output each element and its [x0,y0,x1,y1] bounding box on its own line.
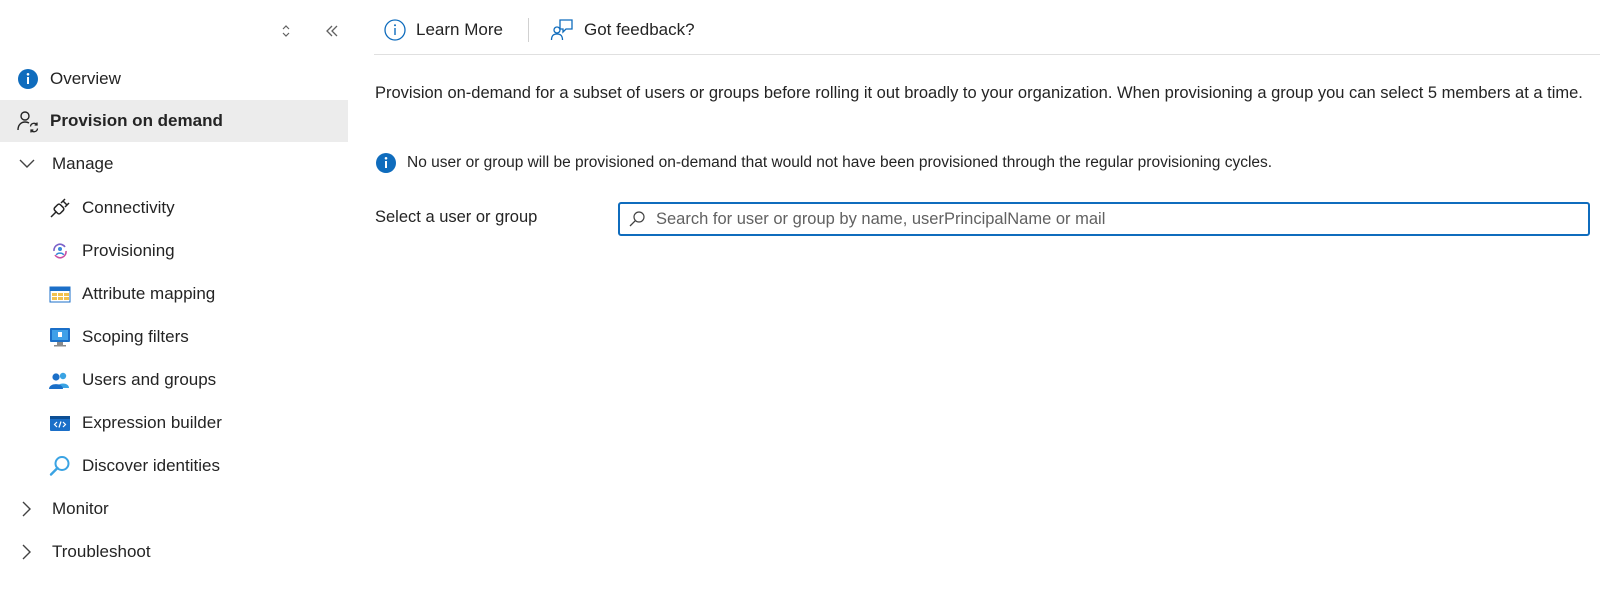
sidebar-item-label: Users and groups [82,370,217,389]
sidebar-item-label: Expression builder [82,413,222,432]
learn-more-label: Learn More [416,20,503,39]
monitor-icon [48,325,72,349]
sidebar-item-attribute-mapping[interactable]: Attribute mapping [0,273,348,315]
notice-text: No user or group will be provisioned on-… [407,154,1273,171]
users-icon [48,368,72,392]
sidebar-item-provision-on-demand[interactable]: Provision on demand [0,100,348,142]
sidebar-item-overview[interactable]: Overview [0,58,348,100]
search-icon [629,211,645,227]
sidebar-item-label: Manage [52,154,114,173]
sidebar-group-manage[interactable]: Manage [0,143,348,185]
chevron-right-icon [18,543,36,561]
command-bar: Learn More Got feedback? [374,0,1600,55]
code-icon [48,411,72,435]
feedback-button[interactable]: Got feedback? [550,14,695,46]
sidebar-item-expression-builder[interactable]: Expression builder [0,402,348,444]
provisioning-icon [48,239,72,263]
chevron-down-icon [18,155,36,173]
learn-more-button[interactable]: Learn More [384,14,503,46]
page-description: Provision on-demand for a subset of user… [375,84,1583,102]
info-outline-icon [384,19,406,41]
sidebar-item-scoping-filters[interactable]: Scoping filters [0,316,348,358]
sidebar-item-connectivity[interactable]: Connectivity [0,187,348,229]
sidebar-item-label: Provision on demand [50,111,223,130]
sidebar-item-label: Discover identities [82,456,220,475]
feedback-label: Got feedback? [584,20,695,39]
sidebar-item-label: Provisioning [82,241,175,260]
info-icon [16,67,40,91]
collapse-sidebar-icon[interactable] [319,18,345,44]
search-field[interactable] [618,202,1590,236]
sidebar-item-users-and-groups[interactable]: Users and groups [0,359,348,401]
plug-icon [48,196,72,220]
select-user-group-label: Select a user or group [375,208,538,226]
info-notice: No user or group will be provisioned on-… [375,152,1272,174]
sidebar-item-discover-identities[interactable]: Discover identities [0,445,348,487]
sidebar: Overview Provision on demand Manage Conn… [0,0,348,599]
search-input[interactable] [654,208,1578,230]
feedback-icon [550,19,573,41]
sort-toggle-icon[interactable] [273,18,299,44]
chevron-right-icon [18,500,36,518]
person-sync-icon [16,109,40,133]
sidebar-item-label: Monitor [52,499,109,518]
sidebar-item-label: Overview [50,69,121,88]
sidebar-group-monitor[interactable]: Monitor [0,488,348,530]
sidebar-item-provisioning[interactable]: Provisioning [0,230,348,272]
sidebar-item-label: Scoping filters [82,327,189,346]
search-icon [48,454,72,478]
info-icon [376,153,396,173]
sidebar-item-label: Attribute mapping [82,284,216,303]
sidebar-group-troubleshoot[interactable]: Troubleshoot [0,531,348,573]
sidebar-item-label: Troubleshoot [52,542,151,561]
sidebar-item-label: Connectivity [82,198,175,217]
table-icon [48,282,72,306]
toolbar-divider [528,18,529,42]
